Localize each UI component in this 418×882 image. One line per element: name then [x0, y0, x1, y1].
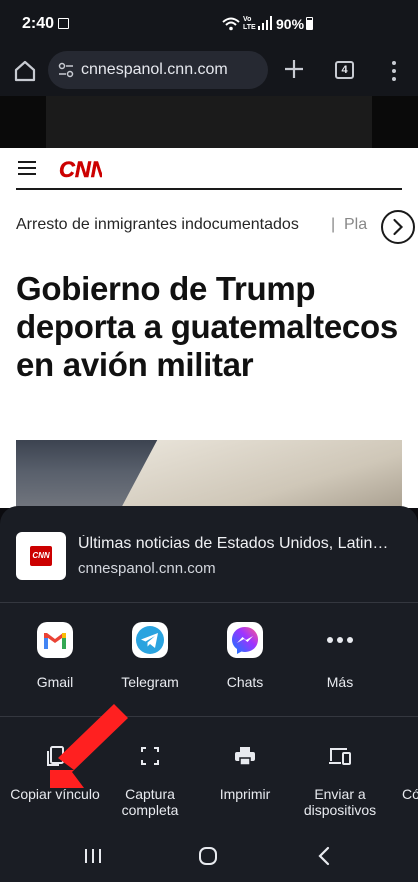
share-title: Últimas noticias de Estados Unidos, Lati…	[78, 535, 396, 552]
web-page: CNN Arresto de inmigrantes indocumentado…	[0, 96, 418, 508]
signal-icon	[258, 16, 272, 30]
hamburger-menu-icon[interactable]	[18, 161, 36, 175]
share-app-more[interactable]: Más	[295, 622, 385, 694]
volte-label: Vo LTE	[243, 16, 256, 31]
print-icon	[235, 747, 255, 766]
back-icon[interactable]	[310, 844, 340, 868]
topic-bar: Arresto de inmigrantes indocumentados | …	[16, 214, 418, 238]
battery-icon	[306, 17, 313, 30]
address-bar[interactable]: cnnespanol.cnn.com	[48, 51, 268, 89]
android-screen: 2:40 Vo LTE 90% cnnespanol.cnn.com 4 CNN…	[0, 0, 418, 882]
article-image[interactable]	[16, 440, 402, 508]
tab-switcher-button[interactable]: 4	[335, 61, 354, 79]
share-preview: CNN Últimas noticias de Estados Unidos, …	[16, 532, 402, 582]
new-tab-icon[interactable]	[282, 57, 306, 81]
battery-percent: 90%	[276, 16, 305, 32]
action-print[interactable]: Imprimir	[200, 744, 290, 824]
long-screenshot-icon	[141, 747, 159, 765]
address-url: cnnespanol.cnn.com	[81, 61, 228, 78]
ad-slot	[0, 96, 418, 148]
gallery-notification-icon	[58, 18, 69, 29]
chevron-right-icon[interactable]	[381, 210, 415, 244]
devices-icon	[329, 748, 351, 765]
action-send-to-devices[interactable]: Enviar a dispositivos	[295, 744, 385, 824]
recent-apps-icon[interactable]	[78, 844, 108, 868]
share-url: cnnespanol.cnn.com	[78, 560, 216, 577]
site-header: CNN	[16, 148, 402, 190]
overflow-menu-icon[interactable]	[384, 60, 404, 82]
topic-link[interactable]: Arresto de inmigrantes indocumentados	[16, 216, 299, 234]
share-app-chats[interactable]: Chats	[200, 622, 290, 694]
share-app-gmail[interactable]: Gmail	[10, 622, 100, 694]
navigation-bar	[0, 830, 418, 882]
more-horizontal-icon	[327, 637, 353, 643]
browser-toolbar: cnnespanol.cnn.com 4	[0, 48, 418, 96]
cnn-logo[interactable]: CNN	[58, 154, 102, 182]
action-qr-code[interactable]: Có	[390, 744, 418, 824]
wifi-icon	[222, 17, 240, 31]
article-headline[interactable]: Gobierno de Trump deporta a guatemalteco…	[16, 270, 406, 384]
home-icon[interactable]	[12, 58, 38, 84]
topic-link[interactable]: Pla	[344, 216, 367, 234]
share-app-telegram[interactable]: Telegram	[105, 622, 195, 694]
telegram-icon	[132, 622, 168, 658]
site-settings-icon[interactable]	[58, 62, 74, 78]
status-bar: 2:40 Vo LTE 90%	[0, 0, 418, 48]
messenger-icon	[227, 622, 263, 658]
topic-separator: |	[331, 216, 336, 233]
share-sheet: CNN Últimas noticias de Estados Unidos, …	[0, 506, 418, 882]
status-time: 2:40	[22, 15, 55, 32]
home-nav-icon[interactable]	[193, 844, 223, 868]
red-arrow-annotation	[50, 704, 128, 788]
gmail-icon	[37, 622, 73, 658]
divider	[0, 602, 418, 603]
site-favicon: CNN	[16, 532, 66, 580]
svg-text:CNN: CNN	[59, 157, 102, 182]
